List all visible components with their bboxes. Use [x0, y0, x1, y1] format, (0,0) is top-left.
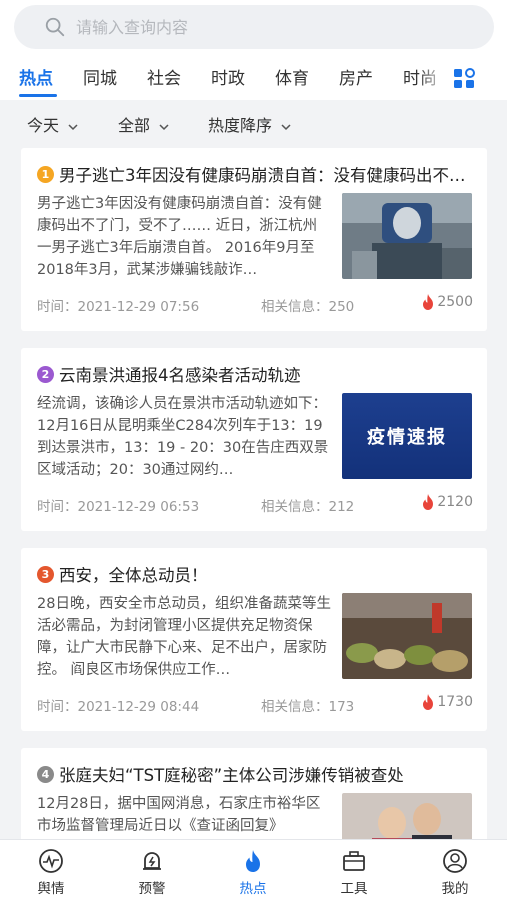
search-icon [45, 17, 65, 37]
news-title: 3 西安，全体总动员！ [37, 562, 477, 586]
rank-badge: 3 [37, 565, 54, 583]
scope-filter-label: 全部 [118, 116, 151, 135]
flame-icon [423, 294, 434, 310]
time-value: 2021-12-29 06:53 [77, 499, 200, 515]
rank-badge: 4 [37, 765, 54, 783]
news-summary: 28日晚，西安全市总动员，组织准备蔬菜等生活必需品，为封闭管理小区提供充足物资保… [37, 596, 331, 678]
nav-label: 舆情 [37, 881, 65, 897]
news-title-text: 西安，全体总动员！ [59, 566, 208, 585]
nav-label: 热点 [239, 881, 267, 897]
chevron-down-icon [68, 123, 78, 130]
header: 热点 同城 社会 时政 体育 房产 时尚 [0, 0, 507, 100]
category-tabs: 热点 同城 社会 时政 体育 房产 时尚 [0, 60, 507, 100]
news-title: 1 男子逃亡3年因没有健康码崩溃自首：没有健康码出不了门 [37, 162, 477, 186]
tab-hot[interactable]: 热点 [19, 64, 53, 89]
time-label: 时间： [37, 699, 78, 715]
date-filter[interactable]: 今天 [27, 112, 78, 136]
news-time: 时间：2021-12-29 07:56 [37, 295, 199, 315]
heat-count: 2500 [421, 294, 473, 310]
tab-realestate[interactable]: 房产 [339, 64, 373, 89]
search-input[interactable] [76, 17, 436, 37]
rank-badge: 2 [37, 365, 54, 383]
news-title-text: 张庭夫妇“TST庭秘密”主体公司涉嫌传销被查处 [59, 766, 404, 785]
news-title: 2 云南景洪通报4名感染者活动轨迹 [37, 362, 477, 386]
related-label: 相关信息： [261, 699, 329, 715]
heat-value: 2120 [437, 494, 473, 510]
heat-value: 1730 [437, 694, 473, 710]
heat-count: 1730 [421, 694, 473, 710]
tab-local[interactable]: 同城 [83, 64, 117, 89]
nav-label: 工具 [340, 881, 368, 897]
news-thumbnail: 疫情速报 [342, 393, 472, 479]
nav-hot[interactable]: 热点 [213, 848, 293, 897]
heat-count: 2120 [421, 494, 473, 510]
flame-icon [423, 494, 434, 510]
news-card[interactable]: 2 云南景洪通报4名感染者活动轨迹 经流调，该确诊人员在景洪市活动轨迹如下：12… [21, 348, 487, 531]
nav-alert[interactable]: 预警 [112, 848, 192, 897]
tab-society[interactable]: 社会 [147, 64, 181, 89]
tab-sports[interactable]: 体育 [275, 64, 309, 89]
news-related: 相关信息：173 [261, 695, 354, 715]
news-card[interactable]: 1 男子逃亡3年因没有健康码崩溃自首：没有健康码出不了门 男子逃亡3年因没有健康… [21, 148, 487, 331]
bottom-nav: 舆情 预警 热点 工具 我的 [0, 839, 507, 900]
nav-sentiment[interactable]: 舆情 [11, 848, 91, 897]
related-value: 212 [328, 499, 355, 515]
chevron-down-icon [159, 123, 169, 130]
time-label: 时间： [37, 299, 78, 315]
scope-filter[interactable]: 全部 [118, 112, 169, 136]
tabs-fade [418, 60, 448, 100]
news-time: 时间：2021-12-29 06:53 [37, 495, 199, 515]
nav-profile[interactable]: 我的 [415, 848, 495, 897]
news-time: 时间：2021-12-29 08:44 [37, 695, 199, 715]
news-title-text: 男子逃亡3年因没有健康码崩溃自首：没有健康码出不了门 [59, 166, 477, 185]
alarm-icon [143, 852, 161, 870]
search-bar[interactable] [14, 5, 494, 49]
date-filter-label: 今天 [27, 116, 60, 135]
time-value: 2021-12-29 07:56 [77, 299, 200, 315]
rank-badge: 1 [37, 165, 54, 183]
toolbox-icon [343, 851, 365, 871]
news-related: 相关信息：212 [261, 495, 354, 515]
time-value: 2021-12-29 08:44 [77, 699, 200, 715]
flame-icon [423, 694, 434, 710]
related-value: 250 [328, 299, 355, 315]
sort-filter[interactable]: 热度降序 [208, 112, 291, 136]
tab-politics[interactable]: 时政 [211, 64, 245, 89]
nav-label: 预警 [138, 881, 166, 897]
related-label: 相关信息： [261, 299, 329, 315]
flame-icon [246, 850, 260, 872]
pulse-icon [39, 849, 63, 873]
news-summary: 男子逃亡3年因没有健康码崩溃自首：没有健康码出不了门，受不了…… 近日，浙江杭州… [37, 196, 322, 278]
time-label: 时间： [37, 499, 78, 515]
filter-bar: 今天 全部 热度降序 [0, 108, 507, 140]
thumbnail-caption: 疫情速报 [367, 427, 447, 448]
heat-value: 2500 [437, 294, 473, 310]
news-title-text: 云南景洪通报4名感染者活动轨迹 [59, 366, 301, 385]
news-thumbnail [342, 193, 472, 279]
news-card[interactable]: 3 西安，全体总动员！ 28日晚，西安全市总动员，组织准备蔬菜等生活必需品，为封… [21, 548, 487, 731]
related-label: 相关信息： [261, 499, 329, 515]
news-title: 4 张庭夫妇“TST庭秘密”主体公司涉嫌传销被查处 [37, 762, 477, 786]
news-thumbnail [342, 593, 472, 679]
nav-tools[interactable]: 工具 [314, 848, 394, 897]
nav-label: 我的 [441, 881, 469, 897]
sort-filter-label: 热度降序 [208, 116, 273, 135]
user-icon [443, 849, 467, 873]
news-summary: 经流调，该确诊人员在景洪市活动轨迹如下：12月16日从昆明乘坐C284次列车于1… [37, 396, 329, 478]
category-grid-icon[interactable] [452, 66, 476, 90]
chevron-down-icon [281, 123, 291, 130]
active-tab-indicator [19, 94, 57, 97]
news-related: 相关信息：250 [261, 295, 354, 315]
related-value: 173 [328, 699, 355, 715]
